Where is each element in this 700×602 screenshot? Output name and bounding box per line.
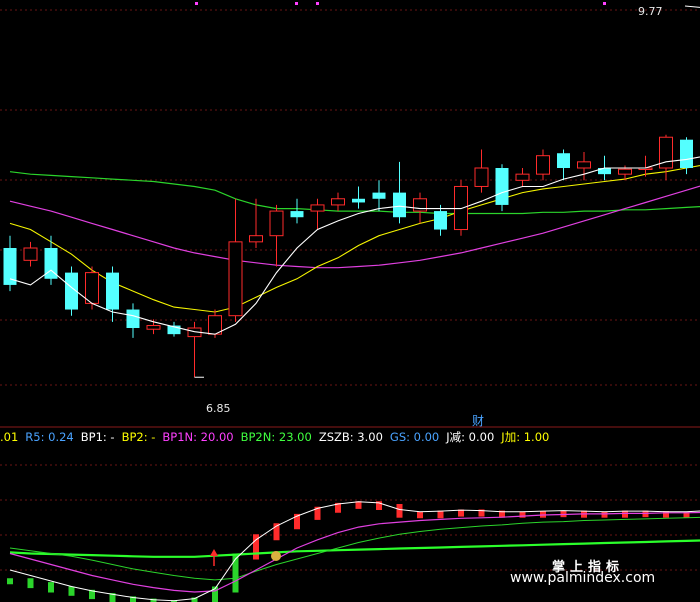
candle-body <box>577 161 591 169</box>
top-marker <box>195 2 198 5</box>
candle-body <box>495 168 509 205</box>
coin-icon <box>271 551 281 561</box>
indicator-bar <box>27 578 34 589</box>
legend-item: BP2N: 23.00 <box>240 430 312 444</box>
legend-item: BP2: - <box>121 430 156 444</box>
top-marker <box>316 2 319 5</box>
top-marker <box>603 2 606 5</box>
candle-body <box>454 185 468 231</box>
candle-body <box>680 139 693 168</box>
candle-body <box>208 315 222 335</box>
indicator-legend: .01 R5: 0.24 BP1: - BP2: - BP1N: 20.00 BP2N: … <box>0 429 700 445</box>
candle-body <box>146 325 161 330</box>
candle-body <box>106 272 119 310</box>
top-marker <box>295 2 298 5</box>
candle-body <box>372 192 386 199</box>
candle-body <box>434 211 447 230</box>
candle-body <box>413 198 427 212</box>
legend-item: J减: 0.00 <box>446 430 495 444</box>
legend-item: BP1: - <box>80 430 115 444</box>
candle-body <box>474 167 489 187</box>
indicator-bar <box>601 511 608 518</box>
indicator-bar <box>396 504 403 518</box>
legend-item: R5: 0.24 <box>25 430 74 444</box>
candle-body <box>228 241 243 317</box>
candle-body <box>618 168 632 175</box>
ma-green-line <box>9 171 700 215</box>
indicator-bar <box>68 586 75 596</box>
high-arrow <box>684 5 700 8</box>
finance-marker[interactable]: 财 <box>472 412 484 429</box>
indicator-bar <box>622 510 628 518</box>
low-price-label: 6.85 <box>206 402 231 415</box>
candle-body <box>126 309 140 328</box>
candle-body <box>310 204 325 212</box>
candle-body <box>557 153 570 168</box>
legend-item: GS: 0.00 <box>389 430 440 444</box>
indicator-bar <box>7 578 13 585</box>
candle-body <box>290 211 304 218</box>
indicator-green-thick-line <box>9 539 700 558</box>
candle-body <box>249 235 263 243</box>
indicator-bar <box>437 510 444 519</box>
candle-body <box>331 198 345 206</box>
watermark-url: www.palmindex.com <box>510 570 656 586</box>
legend-item: BP1N: 20.00 <box>162 430 234 444</box>
candle-body <box>515 173 530 181</box>
legend-item: ZSZB: 3.00 <box>318 430 383 444</box>
legend-item: J加: 1.00 <box>501 430 550 444</box>
candle-body <box>3 248 17 285</box>
indicator-bar <box>417 511 423 519</box>
high-price-label: 9.77 <box>638 5 663 18</box>
indicator-bar <box>48 582 54 593</box>
candle-body <box>85 272 99 304</box>
buy-arrow-head-icon <box>210 549 218 556</box>
candle-body <box>352 198 365 203</box>
chart-canvas <box>0 2 700 602</box>
legend-item: .01 <box>0 430 19 444</box>
candle-body <box>23 247 38 261</box>
candle-body <box>536 155 550 175</box>
candle-body <box>269 210 284 237</box>
candle-body <box>393 192 406 218</box>
ma-magenta-line <box>9 185 700 269</box>
